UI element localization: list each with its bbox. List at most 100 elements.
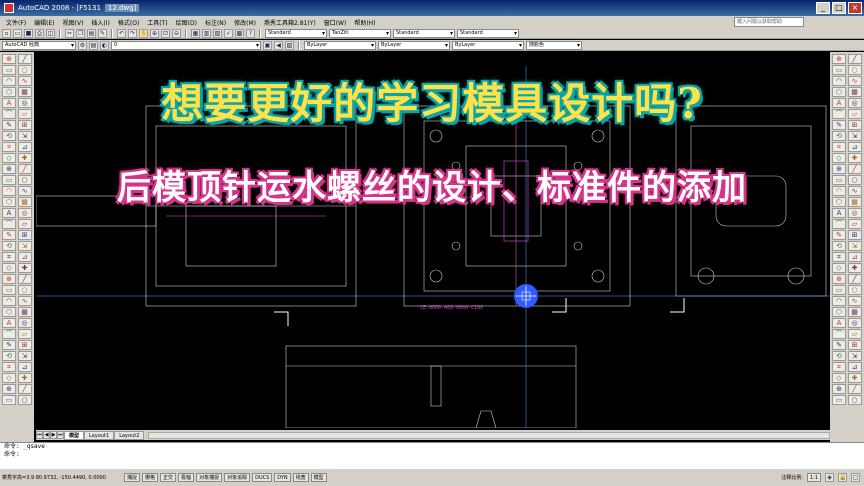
draw-tool-icon[interactable]: ✎ bbox=[2, 340, 16, 350]
tab-model[interactable]: 模型 bbox=[64, 430, 85, 440]
model-toggle[interactable]: 模型 bbox=[310, 473, 327, 482]
print-icon[interactable]: ⎙ bbox=[35, 28, 44, 38]
modify-tool-icon[interactable]: ✎ bbox=[832, 340, 846, 350]
draw-tool-icon[interactable]: ⊞ bbox=[17, 340, 32, 350]
modify-tool-icon[interactable]: ⌒ bbox=[832, 219, 846, 229]
draw-tool-icon[interactable]: ⌗ bbox=[2, 252, 16, 262]
autocad-app-icon[interactable] bbox=[4, 3, 14, 13]
menu-draw[interactable]: 绘图(D) bbox=[172, 18, 201, 27]
modify-tool-icon[interactable]: ◠ bbox=[832, 296, 846, 306]
tab-layout2[interactable]: Layout2 bbox=[114, 430, 145, 440]
draw-tool-icon[interactable]: ▦ bbox=[17, 307, 32, 317]
tab-layout1[interactable]: Layout1 bbox=[84, 430, 115, 440]
annotation-visibility-icon[interactable]: ◈ bbox=[825, 473, 834, 482]
lock-icon[interactable]: 🔒 bbox=[838, 473, 847, 482]
linetype-combo[interactable]: ByLayer bbox=[378, 40, 450, 50]
draw-tool-icon[interactable]: ╱ bbox=[17, 384, 32, 394]
close-button[interactable]: × bbox=[848, 2, 862, 14]
draw-tool-icon[interactable]: ▭ bbox=[2, 285, 16, 295]
help-icon[interactable]: ? bbox=[246, 28, 255, 38]
modify-tool-icon[interactable]: ○ bbox=[847, 395, 862, 405]
draw-tool-icon[interactable]: ○ bbox=[17, 285, 32, 295]
modify-tool-icon[interactable]: ⊿ bbox=[847, 362, 862, 372]
draw-tool-icon[interactable]: ◎ bbox=[17, 318, 32, 328]
cut-icon[interactable]: ✂ bbox=[65, 28, 74, 38]
paste-icon[interactable]: ▤ bbox=[87, 28, 96, 38]
zoom-realtime-icon[interactable]: ⊕ bbox=[150, 28, 159, 38]
menu-help[interactable]: 帮助(H) bbox=[350, 18, 379, 27]
modify-tool-icon[interactable]: ⟲ bbox=[832, 131, 846, 141]
tab-prev-icon[interactable]: ◀ bbox=[43, 431, 50, 439]
help-search-input[interactable]: 键入问题以获取帮助 bbox=[734, 17, 804, 27]
modify-tool-icon[interactable]: ▭ bbox=[832, 285, 846, 295]
modify-tool-icon[interactable]: ✚ bbox=[847, 373, 862, 383]
menu-modify[interactable]: 修改(M) bbox=[230, 18, 260, 27]
open-icon[interactable]: ▭ bbox=[13, 28, 22, 38]
snap-toggle[interactable]: 捕捉 bbox=[124, 473, 141, 482]
modify-tool-icon[interactable]: A bbox=[832, 208, 846, 218]
lineweight-combo[interactable]: ByLayer bbox=[452, 40, 524, 50]
make-current-icon[interactable]: ▣ bbox=[263, 40, 272, 50]
draw-tool-icon[interactable]: ⇲ bbox=[17, 241, 32, 251]
lineweight-toggle[interactable]: 线宽 bbox=[292, 473, 309, 482]
draw-tool-icon[interactable]: ✎ bbox=[2, 230, 16, 240]
modify-tool-icon[interactable]: ⊞ bbox=[847, 230, 862, 240]
draw-tool-icon[interactable]: ⟲ bbox=[2, 241, 16, 251]
draw-tool-icon[interactable]: ⟲ bbox=[2, 351, 16, 361]
layer-combo[interactable]: 0 bbox=[111, 40, 261, 50]
color-combo[interactable]: ByLayer bbox=[304, 40, 376, 50]
minimize-button[interactable]: _ bbox=[816, 2, 830, 14]
draw-tool-icon[interactable]: ✚ bbox=[17, 263, 32, 273]
modify-tool-icon[interactable]: ⇲ bbox=[847, 241, 862, 251]
tab-last-icon[interactable]: ⏭ bbox=[57, 431, 64, 439]
menu-window[interactable]: 窗口(W) bbox=[320, 18, 351, 27]
modify-tool-icon[interactable]: ▦ bbox=[847, 307, 862, 317]
modify-tool-icon[interactable]: ⌗ bbox=[832, 252, 846, 262]
modify-tool-icon[interactable]: A bbox=[832, 318, 846, 328]
menu-view[interactable]: 视图(V) bbox=[59, 18, 88, 27]
modify-tool-icon[interactable]: ◇ bbox=[832, 263, 846, 273]
modify-tool-icon[interactable]: ✚ bbox=[847, 263, 862, 273]
draw-tool-icon[interactable]: ⊞ bbox=[17, 230, 32, 240]
table-style-combo[interactable]: Standard bbox=[457, 28, 519, 38]
draw-tool-icon[interactable]: ⊿ bbox=[17, 252, 32, 262]
new-icon[interactable]: ▫ bbox=[2, 28, 11, 38]
draw-tool-icon[interactable]: ⊕ bbox=[2, 384, 16, 394]
draw-tool-icon[interactable]: ⊿ bbox=[17, 362, 32, 372]
calculator-icon[interactable]: ▩ bbox=[235, 28, 244, 38]
draw-tool-icon[interactable]: ⌒ bbox=[2, 329, 16, 339]
menu-tools[interactable]: 工具(T) bbox=[143, 18, 171, 27]
osnap-toggle[interactable]: 对象捕捉 bbox=[196, 473, 223, 482]
font-combo[interactable]: TanZiti bbox=[329, 28, 391, 38]
pan-icon[interactable]: ✋ bbox=[139, 28, 148, 38]
draw-tool-icon[interactable]: ⟲ bbox=[2, 131, 16, 141]
modify-tool-icon[interactable]: ◇ bbox=[832, 373, 846, 383]
layer-tools-icon[interactable]: ▧ bbox=[285, 40, 294, 50]
workspace-settings-icon[interactable]: ⚙ bbox=[78, 40, 87, 50]
draw-tool-icon[interactable]: ▱ bbox=[17, 329, 32, 339]
draw-tool-icon[interactable]: ⊕ bbox=[2, 54, 16, 64]
menu-dimension[interactable]: 标注(N) bbox=[201, 18, 230, 27]
draw-tool-icon[interactable]: ⊕ bbox=[2, 274, 16, 284]
ortho-toggle[interactable]: 正交 bbox=[160, 473, 177, 482]
modify-tool-icon[interactable]: ✎ bbox=[832, 230, 846, 240]
modify-tool-icon[interactable]: ⌗ bbox=[832, 362, 846, 372]
modify-tool-icon[interactable]: ⊿ bbox=[847, 252, 862, 262]
draw-tool-icon[interactable]: ⬡ bbox=[2, 307, 16, 317]
draw-tool-icon[interactable]: ✚ bbox=[17, 373, 32, 383]
draw-tool-icon[interactable]: ◇ bbox=[2, 373, 16, 383]
modify-tool-icon[interactable]: ∿ bbox=[847, 296, 862, 306]
dyn-toggle[interactable]: DYN bbox=[274, 473, 291, 482]
draw-tool-icon[interactable]: ◇ bbox=[2, 263, 16, 273]
markup-icon[interactable]: ✓ bbox=[224, 28, 233, 38]
undo-icon[interactable]: ↶ bbox=[117, 28, 126, 38]
draw-tool-icon[interactable]: ⇲ bbox=[17, 131, 32, 141]
tab-first-icon[interactable]: ⏮ bbox=[36, 431, 43, 439]
modify-tool-icon[interactable]: ▱ bbox=[847, 329, 862, 339]
redo-icon[interactable]: ↷ bbox=[128, 28, 137, 38]
draw-tool-icon[interactable]: ⌗ bbox=[2, 142, 16, 152]
draw-tool-icon[interactable]: ╱ bbox=[17, 54, 32, 64]
command-line[interactable]: 命令: _qsave 命令: bbox=[0, 442, 864, 468]
modify-tool-icon[interactable]: ◎ bbox=[847, 318, 862, 328]
tool-palettes-icon[interactable]: ▧ bbox=[213, 28, 222, 38]
